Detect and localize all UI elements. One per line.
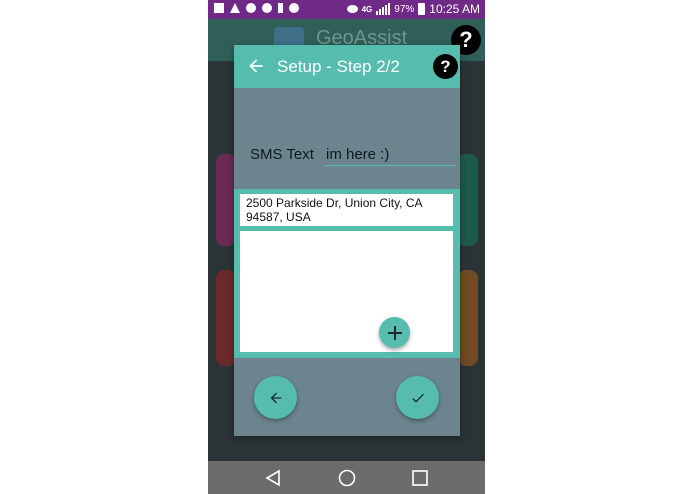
nav-home-icon[interactable] [338,469,356,487]
clock: 10:25 AM [429,2,480,16]
sms-text-input[interactable] [325,143,456,166]
wifi-signal-icon [346,5,358,13]
add-location-button[interactable] [379,317,410,348]
battery-percent: 97% [394,3,415,15]
check-icon [411,393,424,403]
background-tile-green [458,154,478,246]
navigation-bar [208,461,485,494]
image-icon [214,3,224,13]
nav-recents-icon[interactable] [411,469,429,487]
status-bar: 4G 97% 10:25 AM [208,0,485,19]
sms-text-label: SMS Text [250,146,314,163]
network-type: 4G [361,4,373,14]
chrome-icon [262,3,272,13]
battery-icon [418,3,426,15]
background-tile-red [216,270,236,366]
location-list-area [240,231,453,352]
dialog-title: Setup - Step 2/2 [277,57,400,76]
nav-back-icon[interactable] [264,469,282,487]
background-tile-orange [458,270,478,366]
arrow-left-icon [270,392,281,403]
help-icon[interactable]: ? [433,54,458,79]
status-system: 4G 97% 10:25 AM [346,2,480,16]
wifi-icon [246,3,256,13]
back-arrow-icon[interactable] [246,56,266,76]
phone-screen: 4G 97% 10:25 AM GeoAssist ? Setup - Step… [208,0,485,494]
finish-button[interactable] [396,376,439,419]
volume-icon [230,3,240,13]
cell-signal-icon [376,3,391,15]
background-tile-magenta [216,154,236,246]
plus-icon [387,325,402,340]
dialog-header: Setup - Step 2/2 ? [234,45,460,88]
status-notifications [214,3,299,13]
usb-icon [278,3,283,13]
setup-dialog: Setup - Step 2/2 ? SMS Text 2500 Parksid… [234,45,460,436]
android-icon [289,3,299,13]
location-list: 2500 Parkside Dr, Union City, CA 94587, … [234,189,460,358]
address-list-item[interactable]: 2500 Parkside Dr, Union City, CA 94587, … [240,194,453,226]
previous-step-button[interactable] [254,376,297,419]
